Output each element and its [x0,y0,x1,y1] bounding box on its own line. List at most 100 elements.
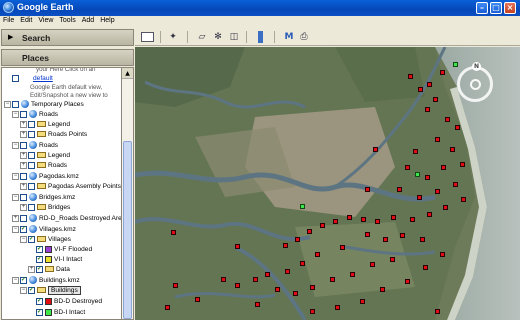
building-destroyed-marker[interactable] [375,219,380,224]
checkbox[interactable] [20,172,27,180]
expand-arrow-icon[interactable]: ▶ [8,33,13,41]
tree-item-vi-f[interactable]: ✓ VI-F Flooded [36,245,92,255]
scroll-up-arrow-icon[interactable]: ▲ [122,68,133,79]
building-destroyed-marker[interactable] [173,283,178,288]
building-destroyed-marker[interactable] [300,261,305,266]
compass-north-icon[interactable]: N [472,62,481,71]
building-destroyed-marker[interactable] [453,182,458,187]
overlay-icon[interactable]: ◫ [228,31,240,43]
checkbox[interactable] [20,193,27,201]
tree-item-pagodas-points[interactable]: + Pagodas Asembly Points [20,182,121,192]
tree-item-rd-d[interactable]: + RD-D_Roads Destroyed Are [12,214,121,224]
email-icon[interactable]: M [283,31,295,43]
close-button[interactable]: × [504,2,516,14]
menu-view[interactable]: View [35,16,56,24]
checkbox[interactable] [12,74,19,82]
building-destroyed-marker[interactable] [427,82,432,87]
building-destroyed-marker[interactable] [347,215,352,220]
maximize-button[interactable]: □ [490,2,502,14]
menu-help[interactable]: Help [97,16,117,24]
building-destroyed-marker[interactable] [330,277,335,282]
sidebar-toggle-icon[interactable] [141,32,154,42]
checkbox[interactable] [20,141,27,149]
building-destroyed-marker[interactable] [410,217,415,222]
building-destroyed-marker[interactable] [455,125,460,130]
checkbox[interactable] [28,203,35,211]
places-panel-header[interactable]: Places [1,49,134,66]
building-destroyed-marker[interactable] [408,74,413,79]
expand-icon[interactable]: + [20,203,27,211]
tree-item-buildings[interactable]: − ✓ Buildings [20,286,81,296]
polygon-icon[interactable]: ▱ [196,31,208,43]
expand-icon[interactable]: + [20,161,27,169]
tree-item-villages-kmz[interactable]: − ✓ Villages.kmz [12,225,76,235]
building-destroyed-marker[interactable] [253,277,258,282]
building-destroyed-marker[interactable] [165,305,170,310]
building-destroyed-marker[interactable] [397,187,402,192]
tree-item-vi-i[interactable]: ✓ VI-I Intact [36,255,82,265]
building-destroyed-marker[interactable] [350,272,355,277]
collapse-icon[interactable]: − [12,141,19,149]
building-destroyed-marker[interactable] [435,137,440,142]
ruler-icon[interactable] [258,31,263,43]
checkbox[interactable]: ✓ [20,225,27,233]
checkbox[interactable]: ✓ [36,308,43,316]
tree-item-roads[interactable]: − Roads [12,141,58,151]
tree-item-data[interactable]: + ✓ Data [28,265,70,275]
building-destroyed-marker[interactable] [423,265,428,270]
path-icon[interactable]: ✻ [212,31,224,43]
menu-tools[interactable]: Tools [56,16,78,24]
building-destroyed-marker[interactable] [307,229,312,234]
building-destroyed-marker[interactable] [435,309,440,314]
building-destroyed-marker[interactable] [370,262,375,267]
collapse-icon[interactable]: − [4,100,11,108]
tree-item-bridges-kmz[interactable]: − Bridges.kmz [12,193,75,203]
checkbox[interactable] [20,214,27,222]
building-destroyed-marker[interactable] [373,147,378,152]
building-destroyed-marker[interactable] [235,283,240,288]
building-destroyed-marker[interactable] [293,291,298,296]
building-destroyed-marker[interactable] [443,205,448,210]
checkbox[interactable] [28,151,35,159]
building-destroyed-marker[interactable] [255,302,260,307]
expand-icon[interactable]: + [20,182,27,190]
checkbox[interactable] [28,130,35,138]
building-destroyed-marker[interactable] [405,165,410,170]
tree-item-pagodas-kmz[interactable]: − Pagodas.kmz [12,172,79,182]
building-destroyed-marker[interactable] [425,107,430,112]
tree-item-roads-points[interactable]: + Roads Points [20,130,87,140]
building-destroyed-marker[interactable] [221,277,226,282]
tree-item-bd-i[interactable]: ✓ BD-I Intact [36,308,85,318]
building-destroyed-marker[interactable] [390,257,395,262]
building-destroyed-marker[interactable] [380,287,385,292]
building-destroyed-marker[interactable] [445,117,450,122]
building-destroyed-marker[interactable] [295,237,300,242]
building-destroyed-marker[interactable] [265,272,270,277]
expand-icon[interactable]: + [20,151,27,159]
checkbox[interactable]: ✓ [20,276,27,284]
collapse-icon[interactable]: − [12,172,19,180]
building-intact-marker[interactable] [453,62,458,67]
default-view-link[interactable]: default [33,75,53,82]
menu-file[interactable]: File [0,16,17,24]
checkbox[interactable]: ✓ [28,286,35,294]
scrollbar-thumb[interactable] [123,141,132,319]
placemark-icon[interactable]: ✦ [167,31,179,43]
checkbox[interactable]: ✓ [36,265,43,273]
map-view[interactable]: N [135,47,520,320]
building-destroyed-marker[interactable] [235,244,240,249]
building-destroyed-marker[interactable] [365,232,370,237]
building-destroyed-marker[interactable] [195,297,200,302]
search-panel-header[interactable]: ▶ Search [1,29,134,46]
collapse-icon[interactable]: − [12,110,19,118]
checkbox[interactable] [20,110,27,118]
building-destroyed-marker[interactable] [315,252,320,257]
checkbox[interactable] [28,182,35,190]
minimize-button[interactable]: – [476,2,488,14]
expand-icon[interactable]: + [28,265,35,273]
building-destroyed-marker[interactable] [441,165,446,170]
building-destroyed-marker[interactable] [433,97,438,102]
expand-icon[interactable]: + [20,120,27,128]
menu-add[interactable]: Add [79,16,97,24]
building-destroyed-marker[interactable] [310,285,315,290]
